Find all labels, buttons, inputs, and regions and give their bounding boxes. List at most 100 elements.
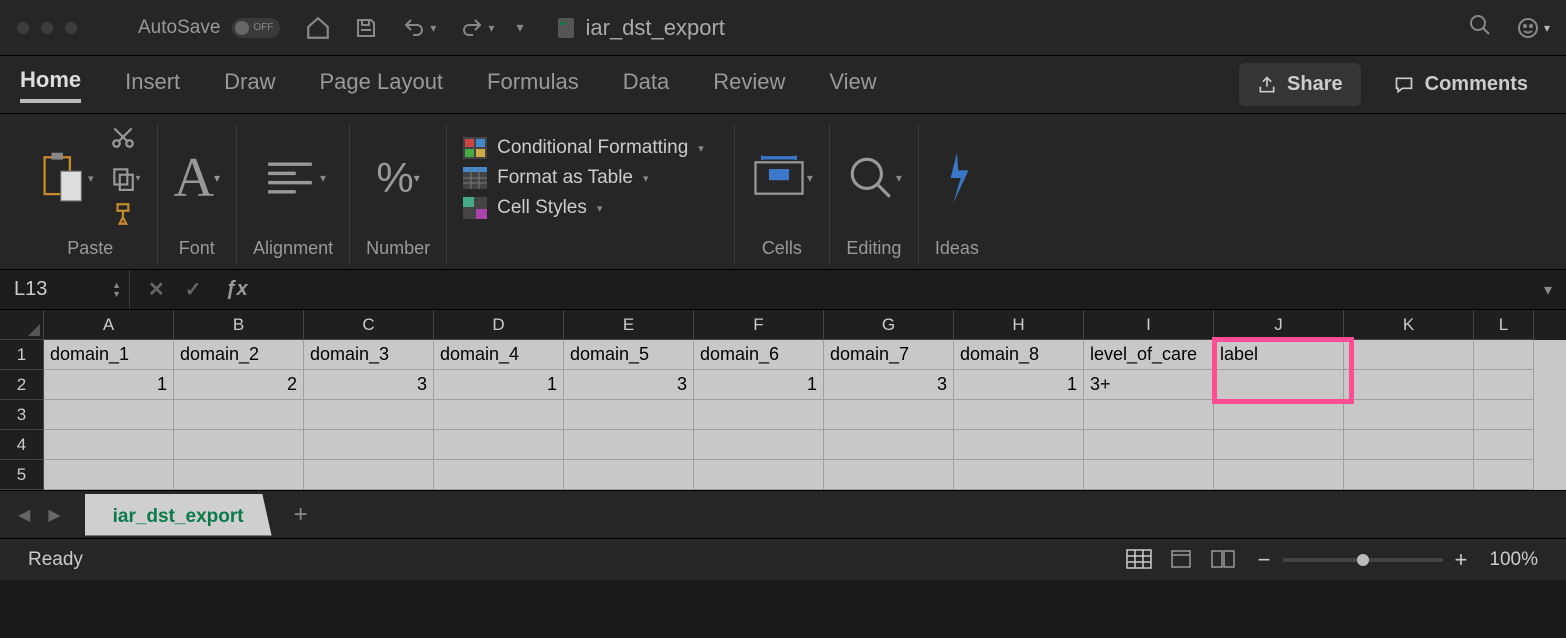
home-icon[interactable] bbox=[304, 15, 332, 41]
autosave-control[interactable]: AutoSave OFF bbox=[138, 17, 280, 39]
cell[interactable] bbox=[954, 400, 1084, 430]
ideas-icon[interactable] bbox=[937, 150, 977, 206]
col-header[interactable]: G bbox=[824, 310, 954, 340]
cell[interactable] bbox=[824, 400, 954, 430]
cell[interactable] bbox=[564, 400, 694, 430]
col-header[interactable]: K bbox=[1344, 310, 1474, 340]
tab-home[interactable]: Home bbox=[20, 67, 81, 103]
cell[interactable] bbox=[304, 430, 434, 460]
zoom-slider[interactable] bbox=[1283, 558, 1443, 562]
cell[interactable] bbox=[1344, 370, 1474, 400]
cell[interactable] bbox=[174, 430, 304, 460]
redo-icon[interactable]: ▾ bbox=[458, 16, 494, 40]
cell[interactable] bbox=[1214, 460, 1344, 490]
tab-review[interactable]: Review bbox=[713, 69, 785, 101]
copy-icon[interactable]: ▾ bbox=[110, 165, 141, 191]
maximize-window-button[interactable] bbox=[64, 21, 78, 35]
cell[interactable] bbox=[1344, 400, 1474, 430]
cell[interactable] bbox=[1474, 460, 1534, 490]
normal-view-icon[interactable] bbox=[1126, 549, 1154, 571]
cell[interactable] bbox=[954, 460, 1084, 490]
row-header[interactable]: 5 bbox=[0, 460, 44, 490]
col-header[interactable]: E bbox=[564, 310, 694, 340]
cell[interactable] bbox=[694, 430, 824, 460]
cell[interactable]: 3 bbox=[824, 370, 954, 400]
cell[interactable] bbox=[304, 460, 434, 490]
fx-icon[interactable]: ƒx bbox=[226, 278, 248, 301]
tab-page-layout[interactable]: Page Layout bbox=[320, 69, 444, 101]
cell[interactable] bbox=[694, 460, 824, 490]
tab-draw[interactable]: Draw bbox=[224, 69, 275, 101]
cell[interactable] bbox=[434, 400, 564, 430]
prev-sheet-icon[interactable]: ◀ bbox=[18, 505, 30, 525]
cell[interactable] bbox=[304, 400, 434, 430]
cell-styles-button[interactable]: Cell Styles ▾ bbox=[463, 197, 602, 219]
formula-bar-expand-icon[interactable]: ▾ bbox=[1544, 280, 1566, 300]
cell[interactable]: 1 bbox=[954, 370, 1084, 400]
cell[interactable]: domain_3 bbox=[304, 340, 434, 370]
col-header[interactable]: F bbox=[694, 310, 824, 340]
cell[interactable] bbox=[174, 400, 304, 430]
zoom-in-button[interactable]: + bbox=[1455, 547, 1468, 573]
close-window-button[interactable] bbox=[16, 21, 30, 35]
cell[interactable] bbox=[1344, 430, 1474, 460]
cell[interactable] bbox=[1344, 460, 1474, 490]
paste-icon[interactable]: ▾ bbox=[40, 150, 94, 206]
name-box-spinner[interactable]: ▲▼ bbox=[112, 281, 121, 299]
name-box[interactable]: L13 ▲▼ bbox=[0, 270, 130, 309]
cancel-formula-icon[interactable]: ✕ bbox=[148, 277, 165, 302]
col-header[interactable]: L bbox=[1474, 310, 1534, 340]
select-all-corner[interactable] bbox=[0, 310, 44, 340]
tab-view[interactable]: View bbox=[829, 69, 876, 101]
tab-formulas[interactable]: Formulas bbox=[487, 69, 579, 101]
page-layout-view-icon[interactable] bbox=[1168, 549, 1196, 571]
col-header[interactable]: B bbox=[174, 310, 304, 340]
spreadsheet-grid[interactable]: A B C D E F G H I J K L 1domain_1domain_… bbox=[0, 310, 1566, 490]
cell[interactable]: domain_1 bbox=[44, 340, 174, 370]
col-header[interactable]: I bbox=[1084, 310, 1214, 340]
page-break-view-icon[interactable] bbox=[1210, 549, 1238, 571]
alignment-icon[interactable]: ▾ bbox=[260, 155, 326, 201]
comments-button[interactable]: Comments bbox=[1375, 63, 1546, 106]
cell[interactable] bbox=[434, 430, 564, 460]
sheet-tab[interactable]: iar_dst_export bbox=[85, 494, 272, 536]
cell[interactable]: 1 bbox=[694, 370, 824, 400]
col-header[interactable]: H bbox=[954, 310, 1084, 340]
cells-icon[interactable]: ▾ bbox=[751, 155, 813, 201]
cell[interactable]: 3 bbox=[304, 370, 434, 400]
number-icon[interactable]: %▾ bbox=[376, 154, 419, 202]
row-header[interactable]: 3 bbox=[0, 400, 44, 430]
emoji-feedback-icon[interactable]: ▾ bbox=[1516, 16, 1550, 40]
cell[interactable]: domain_4 bbox=[434, 340, 564, 370]
cell[interactable] bbox=[1474, 400, 1534, 430]
cell[interactable]: 1 bbox=[434, 370, 564, 400]
next-sheet-icon[interactable]: ▶ bbox=[48, 505, 60, 525]
cell[interactable]: label bbox=[1214, 340, 1344, 370]
cell[interactable] bbox=[564, 430, 694, 460]
col-header[interactable]: A bbox=[44, 310, 174, 340]
cut-icon[interactable] bbox=[110, 124, 141, 155]
cell[interactable]: level_of_care bbox=[1084, 340, 1214, 370]
format-painter-icon[interactable] bbox=[110, 201, 141, 232]
cell[interactable] bbox=[824, 460, 954, 490]
autosave-toggle[interactable]: OFF bbox=[232, 18, 280, 38]
cell[interactable] bbox=[1084, 400, 1214, 430]
search-icon[interactable] bbox=[1468, 13, 1492, 42]
cell[interactable] bbox=[824, 430, 954, 460]
cell[interactable]: domain_5 bbox=[564, 340, 694, 370]
tab-insert[interactable]: Insert bbox=[125, 69, 180, 101]
tab-data[interactable]: Data bbox=[623, 69, 669, 101]
cell[interactable] bbox=[1084, 430, 1214, 460]
cell[interactable]: 2 bbox=[174, 370, 304, 400]
accept-formula-icon[interactable]: ✓ bbox=[185, 277, 202, 302]
col-header[interactable]: D bbox=[434, 310, 564, 340]
formula-input[interactable] bbox=[266, 270, 1544, 309]
editing-icon[interactable]: ▾ bbox=[846, 153, 902, 203]
cell[interactable] bbox=[44, 460, 174, 490]
cell[interactable]: domain_7 bbox=[824, 340, 954, 370]
cell[interactable] bbox=[564, 460, 694, 490]
cell[interactable] bbox=[1214, 400, 1344, 430]
cell[interactable] bbox=[1474, 370, 1534, 400]
cell[interactable]: domain_6 bbox=[694, 340, 824, 370]
cell[interactable] bbox=[1214, 370, 1344, 400]
